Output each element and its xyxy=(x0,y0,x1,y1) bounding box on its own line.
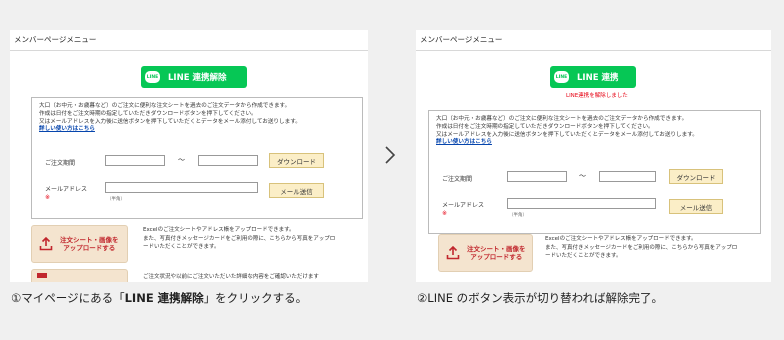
upload-description: Excelのご注文シートやアドレス帳をアップロードできます。 また、写真付きメッ… xyxy=(545,235,737,261)
email-input[interactable] xyxy=(105,182,258,193)
intro-text: 大口（お中元・お歳暮など）のご注文に便利な注文シートを過去のご注文データから作成… xyxy=(436,116,698,147)
required-mark: ※ xyxy=(45,194,51,201)
desc-line: また、写真付きメッセージカードをご利用の際に、こちらから写真をアップロ xyxy=(545,244,738,251)
upload-icon xyxy=(445,245,461,261)
upload-description: Excelのご注文シートやアドレス帳をアップロードできます。 また、写真付きメッ… xyxy=(143,226,335,252)
chevron-right-icon xyxy=(385,146,396,164)
send-email-button[interactable]: メール送信 xyxy=(669,199,723,214)
unlink-notice: LINE連携を解除しました xyxy=(566,93,628,99)
period-end-input[interactable] xyxy=(198,155,258,166)
order-history-button[interactable] xyxy=(31,269,128,282)
email-label: メールアドレス xyxy=(45,186,88,193)
caption-emphasis: LINE 連携解除 xyxy=(124,291,204,305)
period-start-input[interactable] xyxy=(105,155,165,166)
upload-button[interactable]: 注文シート・画像を アップロードする xyxy=(438,234,533,272)
period-label: ご注文期間 xyxy=(442,176,473,183)
intro-line: 大口（お中元・お歳暮など）のご注文に便利な注文シートを過去のご注文データから作成… xyxy=(436,116,688,122)
order-sheet-box: 大口（お中元・お歳暮など）のご注文に便利な注文シートを過去のご注文データから作成… xyxy=(31,97,363,219)
intro-line: 作成は日付をご注文時期の指定していただきダウンロードボタンを押下してください。 xyxy=(39,110,257,117)
period-label: ご注文期間 xyxy=(45,160,76,167)
usage-link[interactable]: 詳しい使い方はこちら xyxy=(436,139,698,147)
desc-line: ードいただくことができます。 xyxy=(143,244,220,250)
line-button-label: LINE 連携 xyxy=(577,73,619,83)
period-end-input[interactable] xyxy=(599,171,656,182)
history-icon xyxy=(37,273,47,278)
screenshot-panel-after: メンバーページメニュー LINE LINE 連携 LINE連携を解除しました 大… xyxy=(416,30,771,282)
line-logo-icon: LINE xyxy=(554,71,569,83)
tilde: ～ xyxy=(178,156,185,164)
email-label: メールアドレス xyxy=(442,202,485,209)
line-unlink-button[interactable]: LINE LINE 連携解除 xyxy=(141,66,247,88)
order-history-text: ご注文状況や以前にご注文いただいた詳細な内容をご確認いただけます xyxy=(143,274,319,280)
tilde: ～ xyxy=(579,172,586,180)
upload-button-label: 注文シート・画像を アップロードする xyxy=(467,244,526,262)
caption-text: ①マイページにある「 xyxy=(11,291,125,305)
email-input[interactable] xyxy=(507,198,656,209)
intro-text: 大口（お中元・お歳暮など）のご注文に便利な注文シートを過去のご注文データから作成… xyxy=(39,103,301,134)
intro-line: 大口（お中元・お歳暮など）のご注文に便利な注文シートを過去のご注文データから作成… xyxy=(39,103,291,109)
download-button[interactable]: ダウンロード xyxy=(669,169,723,184)
member-menu-header: メンバーページメニュー xyxy=(10,30,368,51)
halfwidth-note: （半角） xyxy=(107,197,125,202)
upload-button-label: 注文シート・画像を アップロードする xyxy=(60,235,119,253)
usage-link[interactable]: 詳しい使い方はこちら xyxy=(39,126,301,134)
upload-button[interactable]: 注文シート・画像を アップロードする xyxy=(31,225,128,263)
caption-text: 」をクリックする。 xyxy=(203,291,308,305)
screenshot-panel-before: メンバーページメニュー LINE LINE 連携解除 大口（お中元・お歳暮など）… xyxy=(10,30,368,282)
member-menu-header: メンバーページメニュー xyxy=(416,30,771,51)
line-link-button[interactable]: LINE LINE 連携 xyxy=(550,66,636,88)
period-start-input[interactable] xyxy=(507,171,567,182)
line-logo-icon: LINE xyxy=(145,71,160,83)
required-mark: ※ xyxy=(442,210,448,217)
send-email-button[interactable]: メール送信 xyxy=(269,183,324,198)
desc-line: また、写真付きメッセージカードをご利用の際に、こちらから写真をアップロ xyxy=(143,235,336,242)
download-button[interactable]: ダウンロード xyxy=(269,153,324,168)
desc-line: Excelのご注文シートやアドレス帳をアップロードできます。 xyxy=(143,227,295,233)
desc-line: Excelのご注文シートやアドレス帳をアップロードできます。 xyxy=(545,236,697,242)
line-button-label: LINE 連携解除 xyxy=(168,73,227,83)
halfwidth-note: （半角） xyxy=(509,213,527,218)
caption-step-1: ①マイページにある「LINE 連携解除」をクリックする。 xyxy=(11,290,307,306)
desc-line: ードいただくことができます。 xyxy=(545,253,622,259)
order-sheet-box: 大口（お中元・お歳暮など）のご注文に便利な注文シートを過去のご注文データから作成… xyxy=(428,110,761,234)
caption-step-2: ②LINE のボタン表示が切り替われば解除完了。 xyxy=(417,291,664,305)
upload-icon xyxy=(38,236,54,252)
intro-line: 作成は日付をご注文時期の指定していただきダウンロードボタンを押下してください。 xyxy=(436,123,654,130)
